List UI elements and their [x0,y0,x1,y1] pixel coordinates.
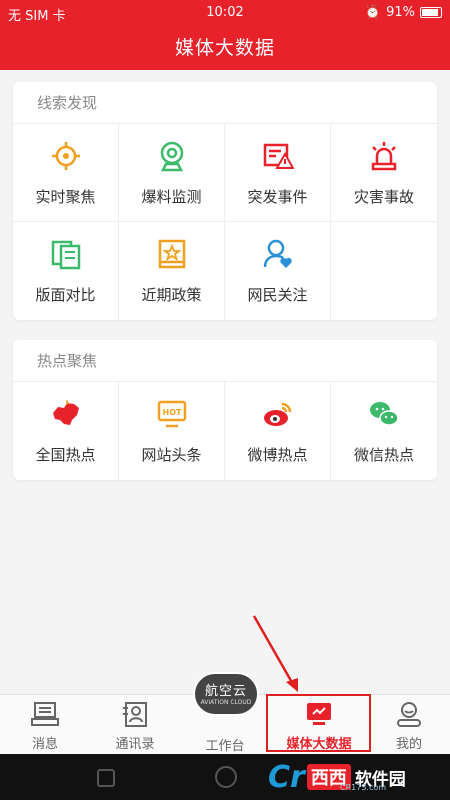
battery-icon [420,7,442,18]
nav-messages[interactable]: 消息 [0,695,90,755]
nav-contacts[interactable]: 通讯录 [90,695,180,755]
hot-card: 热点聚焦 全国热点 HOT 网站头条 微博热点 微信热点 [13,340,437,480]
annotation-highlight-box [266,694,371,752]
alert-icon [263,143,295,169]
nav-profile[interactable]: 我的 [368,695,450,755]
hot-label: 网站头条 [141,446,202,464]
grid-empty-cell [331,222,437,320]
status-bar: 无 SIM 卡 10:02 ⏰ 91% [0,0,450,26]
hot-national[interactable]: 全国热点 [13,382,119,480]
clue-label: 近期政策 [141,286,202,304]
policy-book-icon [158,239,185,269]
target-icon [51,142,80,170]
clue-label: 灾害事故 [353,188,414,206]
nav-label: 我的 [395,737,422,752]
clues-title: 线索发现 [13,82,437,124]
clue-emergency[interactable]: 突发事件 [225,124,331,222]
clues-card: 线索发现 实时聚焦 爆料监测 突发事件 灾害事故 版面对比 近期政策 网民关注 [13,82,437,320]
pages-icon [51,240,80,270]
clue-label: 突发事件 [247,188,308,206]
camera-icon [160,141,183,172]
clue-layout-compare[interactable]: 版面对比 [13,222,119,320]
page-title: 媒体大数据 [0,26,450,70]
message-icon [31,702,59,726]
hot-wechat[interactable]: 微信热点 [331,382,437,480]
china-map-icon [52,400,79,425]
badge-title: 航空云 [204,684,247,699]
hot-badge-text: HOT [162,408,181,417]
hot-weibo[interactable]: 微博热点 [225,382,331,480]
clue-label: 版面对比 [35,286,96,304]
recent-apps-button[interactable] [97,769,115,787]
status-icons: ⏰ 91% [365,5,442,20]
alarm-icon: ⏰ [364,5,382,20]
clue-recent-policy[interactable]: 近期政策 [119,222,225,320]
user-heart-icon [263,239,292,268]
clue-realtime-focus[interactable]: 实时聚焦 [13,124,119,222]
nav-label: 通讯录 [115,737,155,752]
clue-disaster[interactable]: 灾害事故 [331,124,437,222]
hot-label: 微博热点 [247,446,308,464]
nav-label: 工作台 [205,739,245,754]
weibo-icon [263,402,291,426]
nav-label: 消息 [31,737,58,752]
wechat-icon [370,402,399,426]
hot-label: 全国热点 [35,446,96,464]
hot-title: 热点聚焦 [13,340,437,382]
home-button[interactable] [215,766,237,788]
annotation-arrow [252,615,298,692]
battery-percent: 91% [386,5,415,20]
clue-tipoff-monitor[interactable]: 爆料监测 [119,124,225,222]
clue-label: 实时聚焦 [35,188,96,206]
badge-subtitle: AVIATION CLOUD [200,699,252,706]
hot-site-headlines[interactable]: HOT 网站头条 [119,382,225,480]
hot-label: 微信热点 [353,446,414,464]
watermark-cr: Cr [268,759,305,795]
clue-label: 爆料监测 [141,188,202,206]
siren-icon [371,142,397,171]
hot-screen-icon: HOT [157,400,186,428]
watermark-sub: CR173.com [340,783,387,792]
workbench-badge[interactable]: 航空云 AVIATION CLOUD [193,672,259,716]
profile-icon [397,702,421,727]
clue-label: 网民关注 [247,286,308,304]
clue-netizen-concern[interactable]: 网民关注 [225,222,331,320]
contacts-icon [123,702,147,727]
